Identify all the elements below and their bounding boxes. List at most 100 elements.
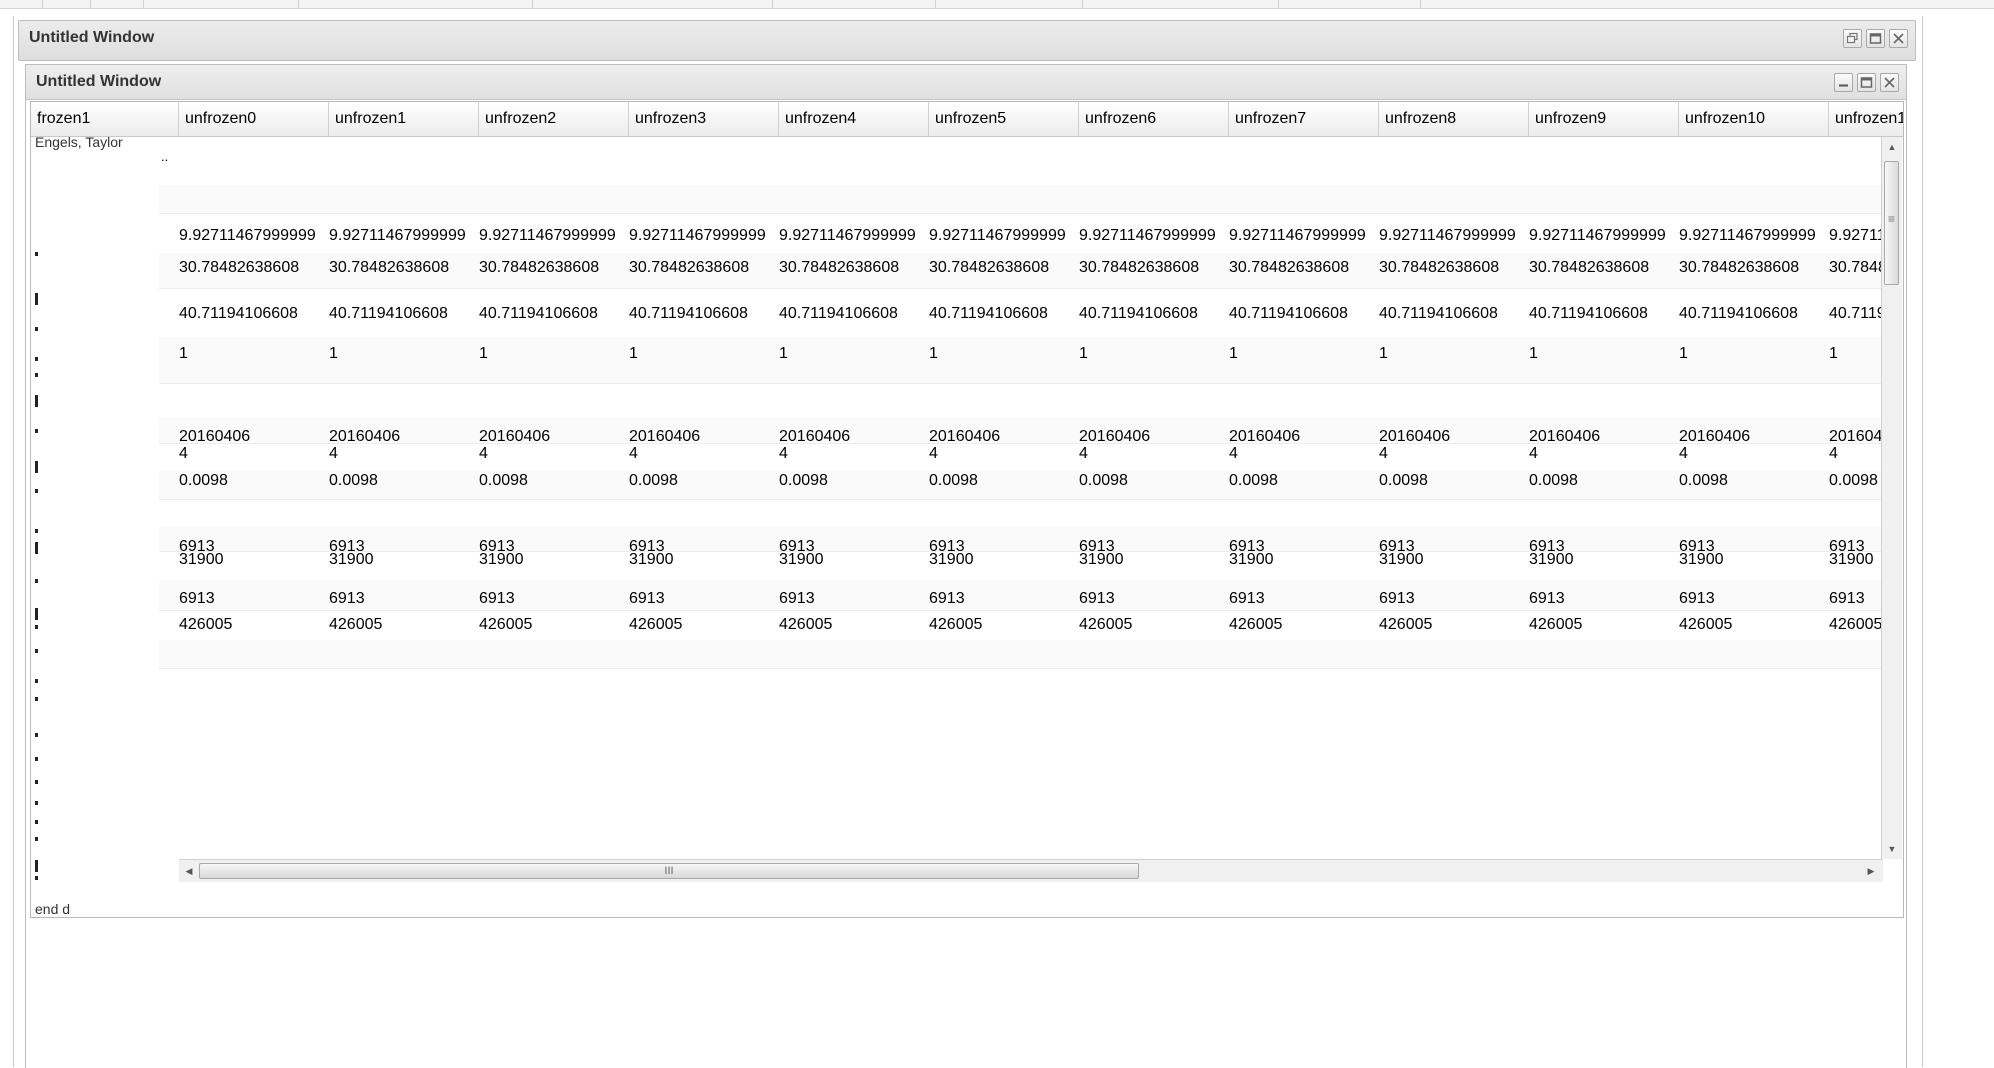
table-cell: 0.0098 xyxy=(1829,472,1878,489)
table-row[interactable]: 30.78482638608 30.78482638608 30.784826386… xyxy=(159,253,1881,289)
maximize-button[interactable] xyxy=(1857,73,1876,92)
table-cell: 9.92711467999999 xyxy=(1079,227,1216,244)
table-row[interactable] xyxy=(159,185,1881,214)
table-cell: 30.78482638608 xyxy=(179,259,300,276)
table-cell: 40.71194106608 xyxy=(1379,305,1498,322)
table-cell: 9.92711467999999 xyxy=(1529,227,1666,244)
table-cell: 40.71194106608 xyxy=(1679,305,1798,322)
table-row[interactable]: 6913 6913 6913 6913 6913 6913 6913 6913 6913 6913… xyxy=(159,580,1881,611)
column-header-unfrozen0[interactable]: unfrozen0 xyxy=(179,102,329,136)
table-cell: 31900 xyxy=(1379,551,1424,568)
table-row[interactable]: 20160406 20160406 20160406 20160406 20160406… xyxy=(159,418,1881,445)
table-row[interactable]: 4 4 4 4 4 4 4 4 4 4 4 4 xyxy=(159,443,1881,471)
table-cell: 426005 xyxy=(929,616,983,633)
column-header-unfrozen8[interactable]: unfrozen8 xyxy=(1379,102,1529,136)
table-row[interactable] xyxy=(159,499,1881,527)
clipped-frozen-cell xyxy=(35,837,38,841)
vertical-scrollbar[interactable]: ▲ ≡ ▼ xyxy=(1881,137,1902,859)
table-cell: 4 xyxy=(329,445,338,462)
column-header-unfrozen5[interactable]: unfrozen5 xyxy=(929,102,1079,136)
table-cell: 426005 xyxy=(1679,616,1733,633)
horizontal-scrollbar[interactable]: ◀ III ▶ xyxy=(179,859,1883,882)
table-cell: 1 xyxy=(779,345,788,362)
table-row[interactable]: 426005 426005 426005 426005 426005 426005 4260… xyxy=(159,610,1881,641)
clipped-frozen-cell xyxy=(35,649,38,653)
table-cell: 1 xyxy=(629,345,638,362)
table-cell: 6913 xyxy=(929,590,965,607)
table-row[interactable] xyxy=(159,383,1881,419)
table-cell: 30.78482638608 xyxy=(1379,259,1500,276)
table-cell: 6913 xyxy=(479,590,515,607)
clipped-frozen-cell xyxy=(35,876,38,880)
column-header-unfrozen10[interactable]: unfrozen10 xyxy=(1679,102,1829,136)
close-button[interactable] xyxy=(1880,73,1899,92)
table-cell: 9.92711467999999 xyxy=(629,227,766,244)
column-header-unfrozen1[interactable]: unfrozen1 xyxy=(329,102,479,136)
table-cell: 9.92711467999999 xyxy=(1229,227,1366,244)
column-header-unfrozen9[interactable]: unfrozen9 xyxy=(1529,102,1679,136)
maximize-icon xyxy=(1869,33,1882,44)
table-cell: 6913 xyxy=(1679,590,1715,607)
table-cell: 4 xyxy=(1079,445,1088,462)
table-row[interactable]: .. xyxy=(159,139,1881,186)
table-cell: 31900 xyxy=(929,551,974,568)
table-cell: 1 xyxy=(1379,345,1388,362)
clipped-frozen-cell xyxy=(35,461,38,473)
desktop-right-border xyxy=(1922,16,1923,1067)
column-header-frozen1[interactable]: frozen1 xyxy=(31,102,179,136)
scroll-up-arrow-icon[interactable]: ▲ xyxy=(1884,139,1900,155)
table-cell: 426005 xyxy=(1829,616,1881,633)
table-cell: 31900 xyxy=(479,551,524,568)
restore-icon xyxy=(1846,32,1858,44)
table-row[interactable]: 6913 6913 6913 6913 6913 6913 6913 6913 6913 6913… xyxy=(159,526,1881,555)
table-row[interactable] xyxy=(159,640,1881,669)
window-header[interactable]: Untitled Window xyxy=(26,65,1906,100)
table-cell: 31900 xyxy=(779,551,824,568)
table-row[interactable]: 0.0098 0.0098 0.0098 0.0098 0.0098 0.0098 0.00… xyxy=(159,470,1881,500)
table-cell: 30.78482638608 xyxy=(1529,259,1650,276)
table-row[interactable]: 40.71194106608 40.71194106608 40.711941066… xyxy=(159,288,1881,338)
table-cell: 9.92711467999999 xyxy=(929,227,1066,244)
clipped-frozen-cell xyxy=(35,820,38,824)
table-cell: 30.78482638608 xyxy=(929,259,1050,276)
table-cell: 1 xyxy=(1679,345,1688,362)
table-row[interactable]: 9.92711467999999 9.92711467999999 9.927114… xyxy=(159,213,1881,254)
table-cell: 0.0098 xyxy=(1229,472,1278,489)
table-cell: 0.0098 xyxy=(1529,472,1578,489)
table-cell: 4 xyxy=(1529,445,1538,462)
table-cell: 1 xyxy=(1229,345,1238,362)
column-header-unfrozen4[interactable]: unfrozen4 xyxy=(779,102,929,136)
minimize-button[interactable] xyxy=(1834,73,1853,92)
tab-divider xyxy=(1420,0,1421,8)
column-header-unfrozen3[interactable]: unfrozen3 xyxy=(629,102,779,136)
table-row[interactable]: 1 1 1 1 1 1 1 1 1 1 1 1 xyxy=(159,337,1881,384)
close-button[interactable] xyxy=(1889,29,1908,48)
grip-icon: ≡ xyxy=(1887,212,1895,226)
vertical-scroll-thumb[interactable]: ≡ xyxy=(1884,161,1899,285)
table-cell: 6913 xyxy=(1229,590,1265,607)
table-cell: 426005 xyxy=(779,616,833,633)
table-cell: 426005 xyxy=(1229,616,1283,633)
tab-divider xyxy=(42,0,43,8)
outer-window[interactable]: Untitled Window xyxy=(18,20,1916,61)
table-cell: 31900 xyxy=(1079,551,1124,568)
table-row[interactable]: 31900 31900 31900 31900 31900 31900 31900 31900… xyxy=(159,551,1881,581)
table-cell: 0.0098 xyxy=(1379,472,1428,489)
table-cell: 6913 xyxy=(179,590,215,607)
table-cell: 4 xyxy=(179,445,188,462)
scroll-left-arrow-icon[interactable]: ◀ xyxy=(181,863,197,879)
column-header-unfrozen7[interactable]: unfrozen7 xyxy=(1229,102,1379,136)
table-cell: 426005 xyxy=(1529,616,1583,633)
table-cell: 0.0098 xyxy=(179,472,228,489)
maximize-button[interactable] xyxy=(1866,29,1885,48)
restore-button[interactable] xyxy=(1843,29,1862,48)
window-title: Untitled Window xyxy=(36,73,162,90)
table-cell: 31900 xyxy=(179,551,224,568)
horizontal-scroll-thumb[interactable]: III xyxy=(199,863,1139,879)
clipped-frozen-cell xyxy=(35,860,38,872)
column-header-unfrozen6[interactable]: unfrozen6 xyxy=(1079,102,1229,136)
column-header-unfrozen11[interactable]: unfrozen11 xyxy=(1829,102,1903,136)
scroll-right-arrow-icon[interactable]: ▶ xyxy=(1863,863,1879,879)
column-header-unfrozen2[interactable]: unfrozen2 xyxy=(479,102,629,136)
scroll-down-arrow-icon[interactable]: ▼ xyxy=(1884,841,1900,857)
